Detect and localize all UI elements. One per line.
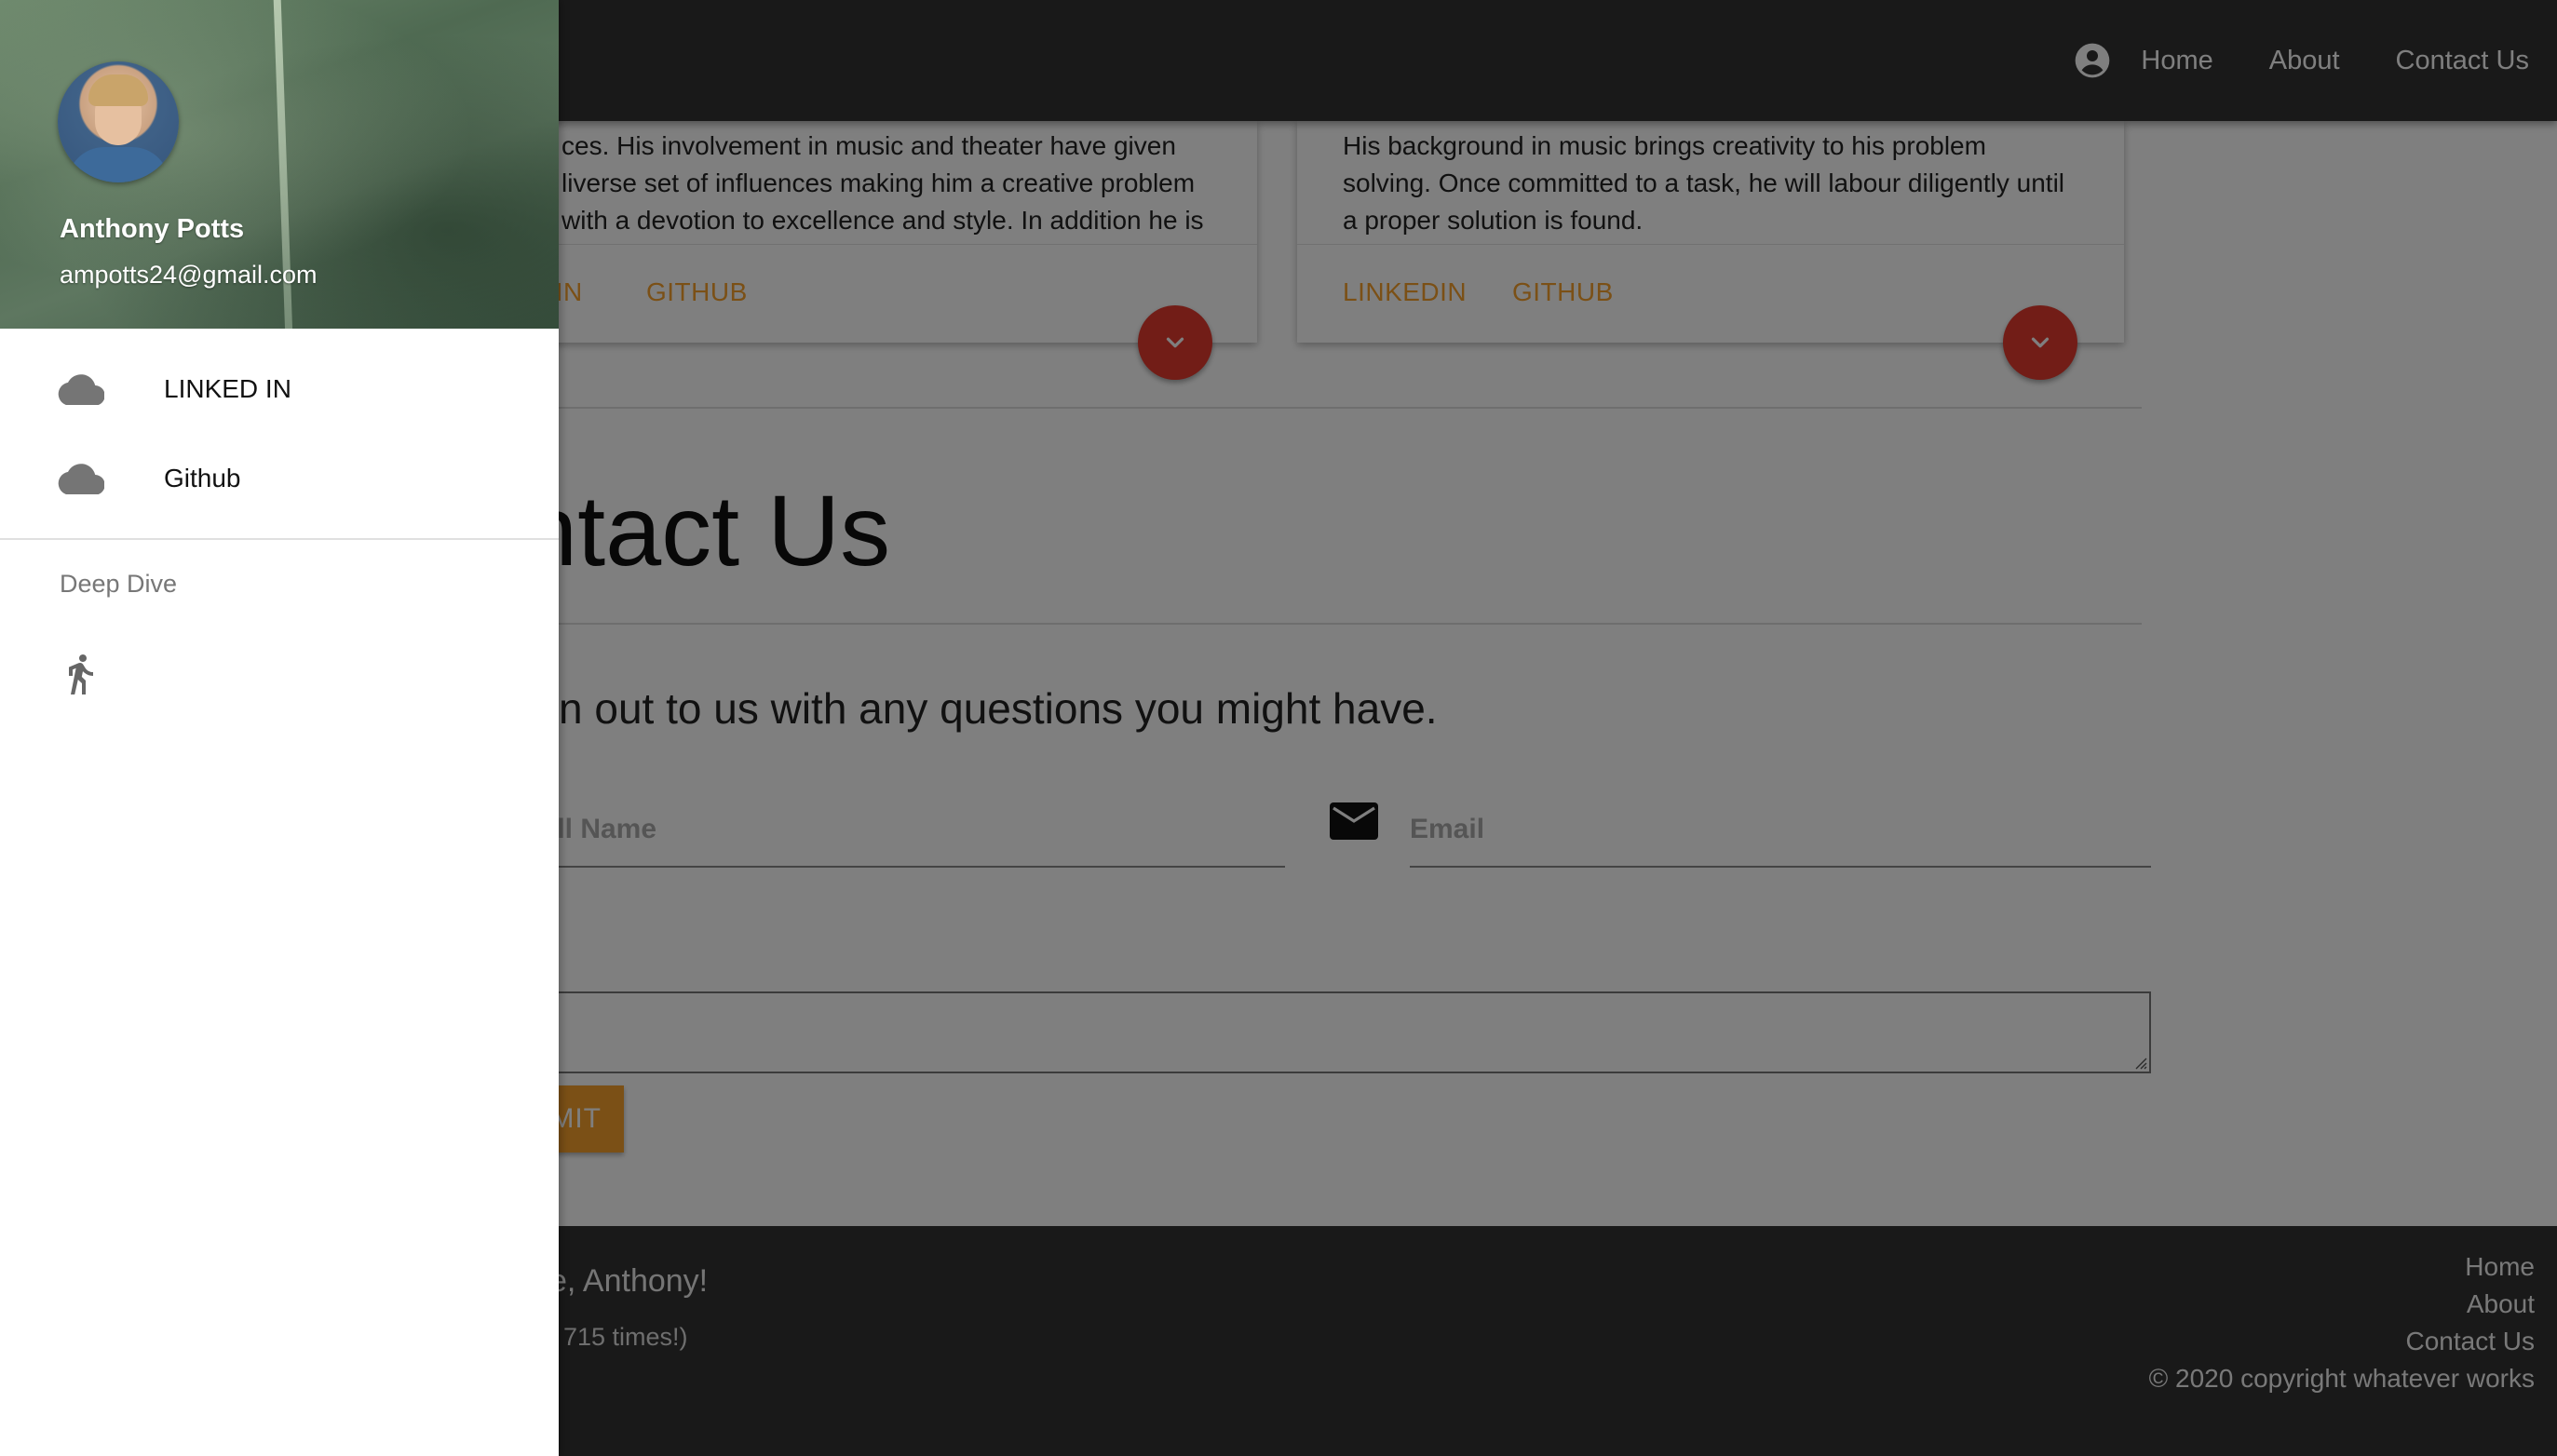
cloud-icon [58,463,106,494]
drawer-divider [0,538,559,540]
drawer-item-label: LINKED IN [164,374,291,403]
side-drawer: Anthony Potts ampotts24@gmail.com LINKED… [0,0,559,1456]
drawer-user-name: Anthony Potts [60,214,245,244]
drawer-header: Anthony Potts ampotts24@gmail.com [0,0,559,329]
page: Home About Contact Us ces. His involveme… [0,0,2557,1456]
cloud-icon [58,373,106,405]
drawer-item-linkedin[interactable]: LINKED IN [0,344,559,434]
drawer-subheader: Deep Dive [60,570,178,598]
drawer-user-email: ampotts24@gmail.com [60,261,318,289]
drawer-item-label: Github [164,464,241,492]
drawer-item-github[interactable]: Github [0,434,559,523]
running-person-icon[interactable] [58,650,102,698]
avatar [58,61,179,182]
